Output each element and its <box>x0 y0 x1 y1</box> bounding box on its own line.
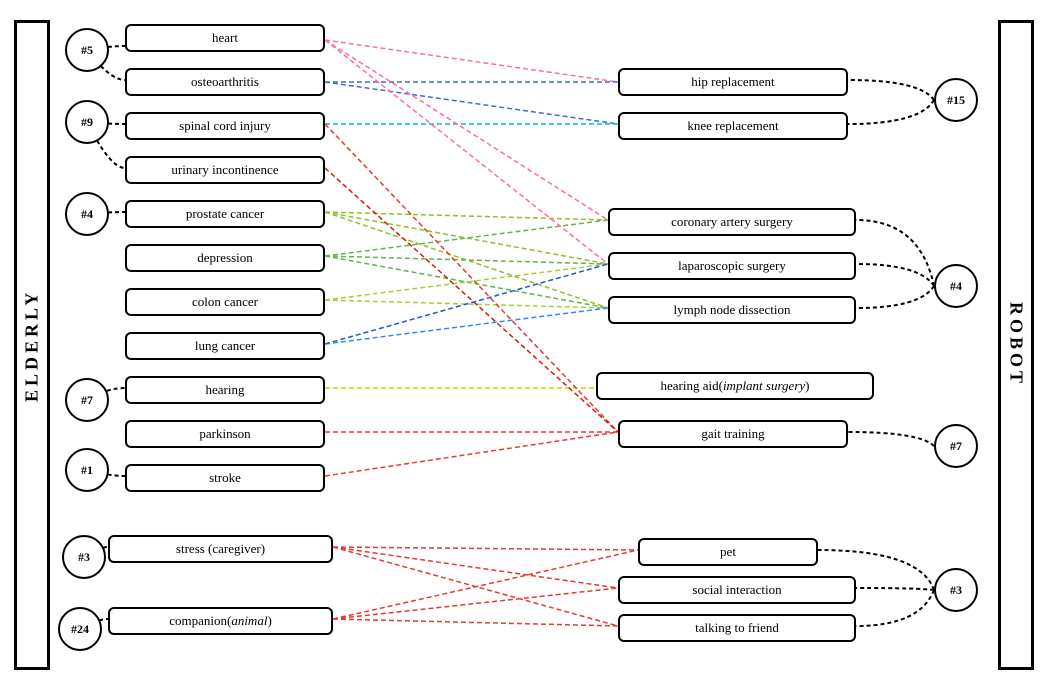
circle-4-right: #4 <box>934 264 978 308</box>
main-container: ELDERLY ROBOT #5 #9 #4 #7 #1 #3 #24 #15 … <box>0 0 1048 690</box>
node-colon: colon cancer <box>125 288 325 316</box>
circle-4-left: #4 <box>65 192 109 236</box>
circle-5: #5 <box>65 28 109 72</box>
circle-24: #24 <box>58 607 102 651</box>
right-label: ROBOT <box>998 20 1034 670</box>
node-lymph-node: lymph node dissection <box>608 296 856 324</box>
node-depression: depression <box>125 244 325 272</box>
node-hearing-aid: hearing aid(implant surgery) <box>596 372 874 400</box>
circle-3-left: #3 <box>62 535 106 579</box>
node-hearing: hearing <box>125 376 325 404</box>
node-spinal-cord: spinal cord injury <box>125 112 325 140</box>
node-laparoscopic: laparoscopic surgery <box>608 252 856 280</box>
circle-1: #1 <box>65 448 109 492</box>
node-parkinson: parkinson <box>125 420 325 448</box>
node-prostate: prostate cancer <box>125 200 325 228</box>
node-lung: lung cancer <box>125 332 325 360</box>
node-stroke: stroke <box>125 464 325 492</box>
node-osteoarthritis: osteoarthritis <box>125 68 325 96</box>
node-urinary: urinary incontinence <box>125 156 325 184</box>
circle-3-right: #3 <box>934 568 978 612</box>
node-coronary: coronary artery surgery <box>608 208 856 236</box>
circle-15: #15 <box>934 78 978 122</box>
node-hip-replacement: hip replacement <box>618 68 848 96</box>
node-talking-friend: talking to friend <box>618 614 856 642</box>
circle-7-right: #7 <box>934 424 978 468</box>
circle-7-left: #7 <box>65 378 109 422</box>
node-stress: stress (caregiver) <box>108 535 333 563</box>
left-label: ELDERLY <box>14 20 50 670</box>
node-knee-replacement: knee replacement <box>618 112 848 140</box>
node-heart: heart <box>125 24 325 52</box>
node-social-interaction: social interaction <box>618 576 856 604</box>
node-companion: companion(animal) <box>108 607 333 635</box>
node-gait-training: gait training <box>618 420 848 448</box>
circle-9: #9 <box>65 100 109 144</box>
node-pet: pet <box>638 538 818 566</box>
